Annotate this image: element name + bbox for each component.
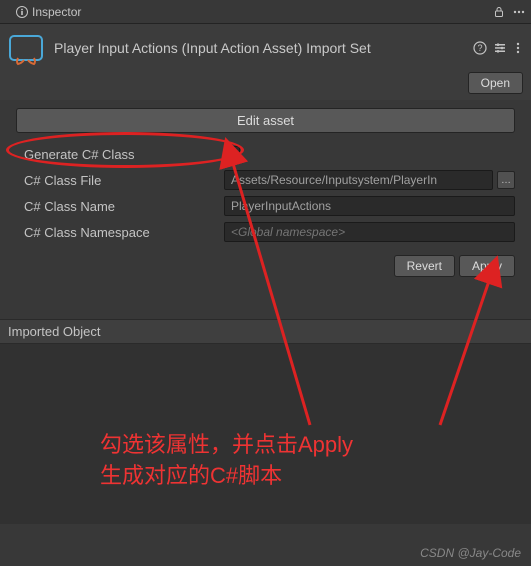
svg-text:?: ? [477, 43, 482, 53]
generate-class-label: Generate C# Class [24, 147, 224, 162]
input-action-asset-icon [8, 30, 44, 66]
revert-button[interactable]: Revert [394, 255, 455, 277]
tab-bar: Inspector [0, 0, 531, 24]
imported-object-area [0, 344, 531, 524]
info-icon [16, 6, 28, 18]
class-file-input[interactable] [224, 170, 493, 190]
generate-class-checkbox[interactable]: ✓ [224, 146, 240, 162]
menu-icon[interactable] [513, 6, 525, 18]
watermark: CSDN @Jay-Code [420, 546, 521, 560]
settings-icon[interactable] [493, 41, 507, 55]
tab-label: Inspector [32, 5, 81, 19]
class-namespace-input[interactable] [224, 222, 515, 242]
generate-class-row: Generate C# Class ✓ [8, 141, 523, 167]
class-namespace-row: C# Class Namespace [8, 219, 523, 245]
open-button[interactable]: Open [468, 72, 523, 94]
lock-icon[interactable] [493, 6, 505, 18]
inspector-tab[interactable]: Inspector [6, 2, 91, 22]
class-file-row: C# Class File … [8, 167, 523, 193]
class-namespace-label: C# Class Namespace [24, 225, 224, 240]
asset-title: Player Input Actions (Input Action Asset… [54, 40, 461, 56]
class-name-input[interactable] [224, 196, 515, 216]
imported-object-header: Imported Object [0, 319, 531, 344]
edit-asset-button[interactable]: Edit asset [16, 108, 515, 133]
kebab-icon[interactable] [513, 41, 523, 55]
class-name-row: C# Class Name [8, 193, 523, 219]
apply-button[interactable]: Apply [459, 255, 515, 277]
import-settings-panel: Edit asset Generate C# Class ✓ C# Class … [0, 100, 531, 295]
help-icon[interactable]: ? [473, 41, 487, 55]
asset-header: Player Input Actions (Input Action Asset… [0, 24, 531, 70]
class-file-label: C# Class File [24, 173, 224, 188]
class-name-label: C# Class Name [24, 199, 224, 214]
browse-button[interactable]: … [497, 171, 515, 189]
